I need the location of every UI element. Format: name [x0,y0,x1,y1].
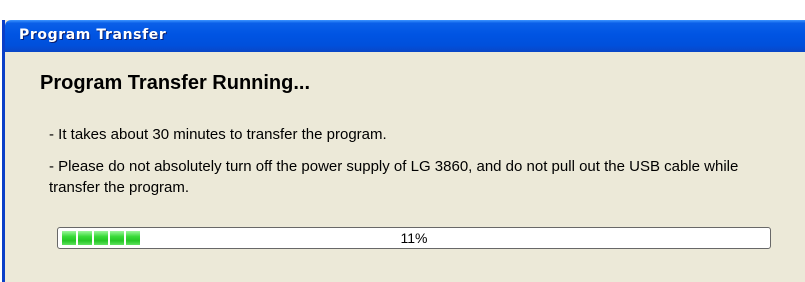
title-bar[interactable]: Program Transfer [5,20,805,52]
program-transfer-window: Program Transfer Program Transfer Runnin… [2,20,805,282]
progress-percent-label: 11% [400,230,428,246]
status-heading: Program Transfer Running... [40,72,311,94]
dialog-content: Program Transfer Running... - It takes a… [5,52,805,282]
transfer-progress-bar: 11% [57,227,771,249]
window-title: Program Transfer [19,27,167,43]
message-warning: - Please do not absolutely turn off the … [49,158,739,196]
message-duration: - It takes about 30 minutes to transfer … [49,126,387,143]
